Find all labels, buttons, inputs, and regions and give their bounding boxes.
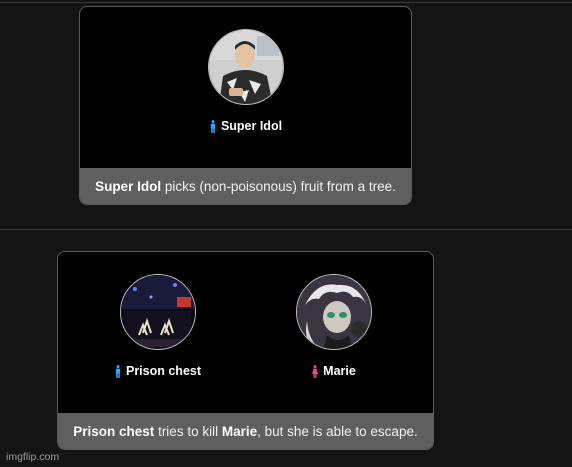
tribute-name: Super Idol [220, 119, 283, 133]
avatar-super-idol[interactable] [208, 29, 284, 105]
event-description: Super Idol picks (non-poisonous) fruit f… [80, 168, 411, 204]
super-idol-photo [209, 30, 283, 104]
event-description: Prison chest tries to kill Marie, but sh… [58, 413, 433, 449]
target-name: Marie [221, 423, 258, 439]
page: Super Idol Super Idol picks (non-poisono… [0, 0, 572, 467]
imgflip-watermark: imgflip.com [6, 451, 60, 463]
prison-chest-photo [121, 275, 195, 349]
tribute-prison-chest: Prison chest [98, 274, 218, 378]
event-card-1: Super Idol Super Idol picks (non-poisono… [79, 6, 412, 205]
male-person-icon [115, 364, 121, 378]
event-card-2: Prison chest Marie Prison chest tries to… [57, 251, 434, 450]
tribute-marie: Marie [274, 274, 394, 378]
description-text-end: , but she is able to escape. [257, 423, 418, 439]
tribute-name-row: Marie [274, 364, 394, 378]
description-text: picks (non-poisonous) fruit from a tree. [161, 178, 396, 194]
marie-photo [297, 275, 371, 349]
tribute-name-row: Super Idol [186, 119, 306, 133]
avatar-marie[interactable] [296, 274, 372, 350]
female-person-icon [312, 364, 318, 378]
tribute-name: Prison chest [125, 364, 202, 378]
tribute-name: Marie [323, 364, 356, 378]
avatar-prison-chest[interactable] [120, 274, 196, 350]
actor-name: Prison chest [73, 423, 155, 439]
actor-name: Super Idol [95, 178, 162, 194]
top-divider [0, 2, 572, 3]
tribute-super-idol: Super Idol [186, 29, 306, 133]
male-person-icon [210, 119, 216, 133]
description-text-middle: tries to kill [154, 423, 222, 439]
tribute-name-row: Prison chest [98, 364, 218, 378]
middle-divider [0, 229, 572, 230]
